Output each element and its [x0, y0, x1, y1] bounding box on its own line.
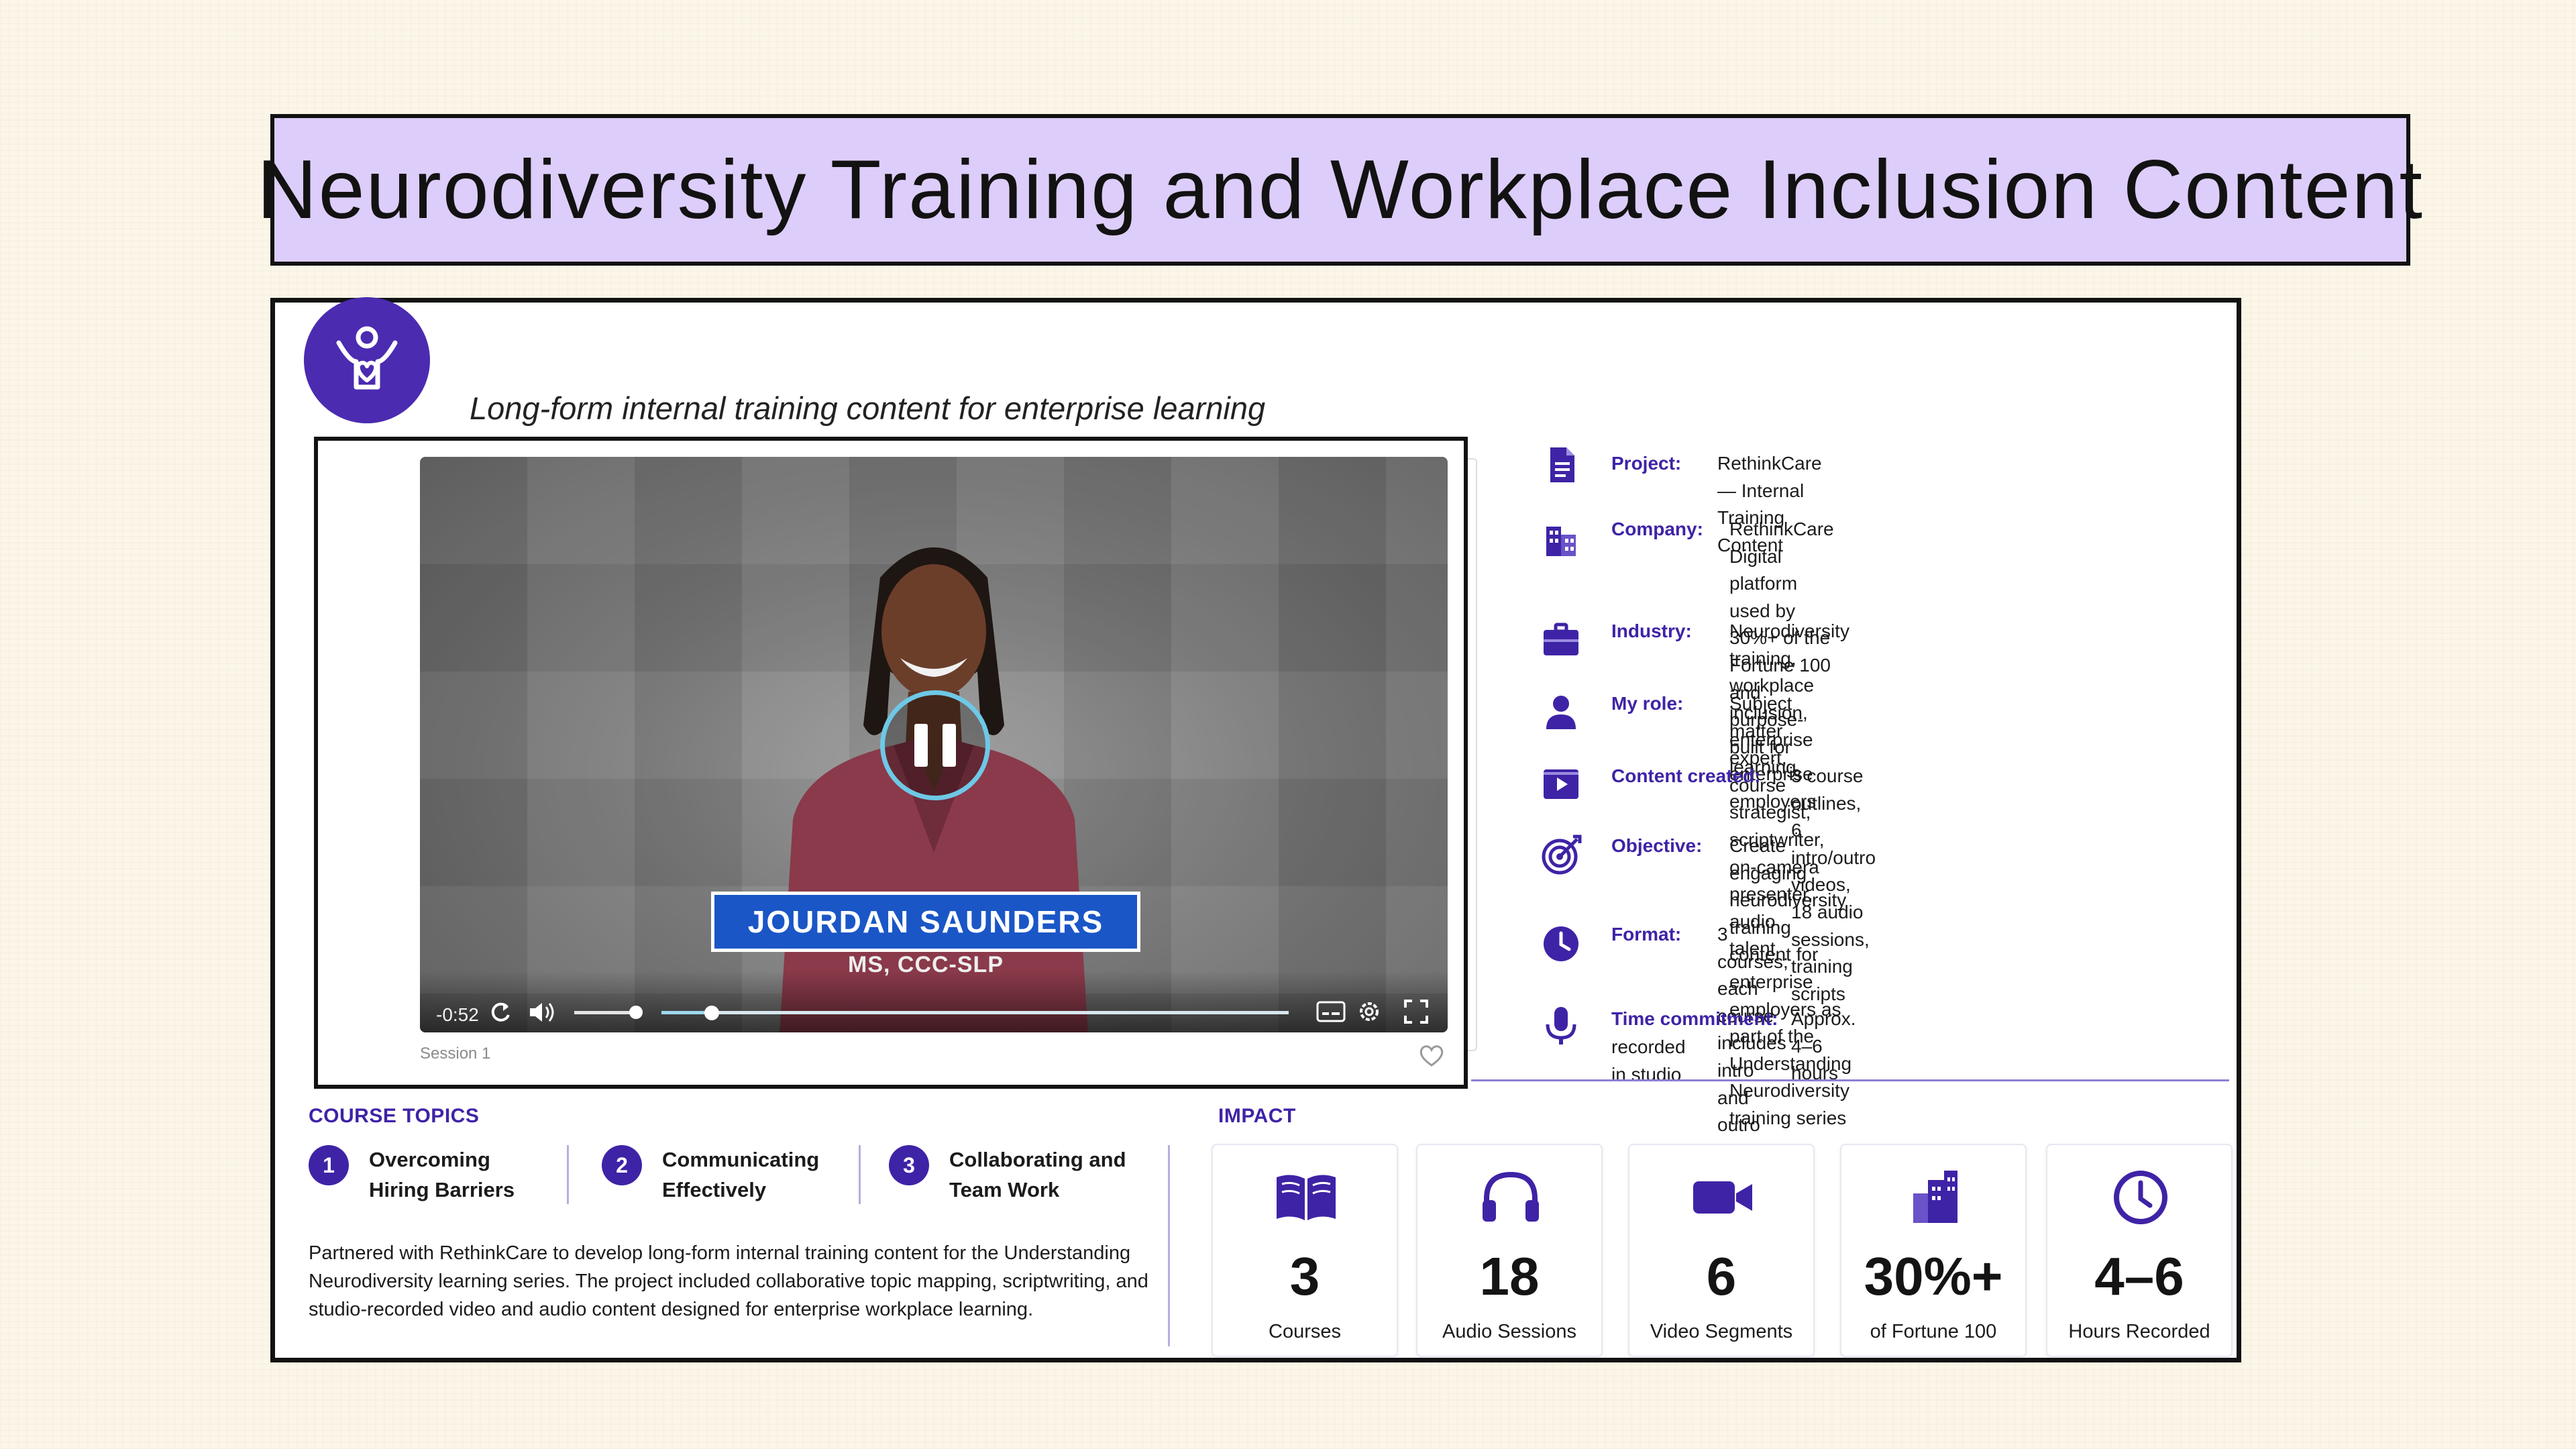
stat-label: Video Segments — [1650, 1321, 1793, 1342]
pause-button[interactable] — [880, 690, 990, 800]
volume-icon[interactable] — [527, 999, 558, 1026]
stat-value: 6 — [1706, 1246, 1737, 1306]
video-frame: JOURDAN SAUNDERS MS, CCC-SLP -0:52 Sessi… — [314, 437, 1468, 1089]
page-subtitle: Long-form internal training content for … — [470, 390, 1266, 426]
topic-item-3: 3 Collaborating and Team Work — [889, 1145, 1126, 1205]
topic-number: 3 — [889, 1145, 929, 1185]
impact-heading: IMPACT — [1218, 1105, 1296, 1127]
impact-divider — [1168, 1145, 1170, 1346]
video-controls: -0:52 — [420, 971, 1448, 1032]
project-summary: Partnered with RethinkCare to develop lo… — [309, 1242, 1148, 1321]
settings-icon[interactable] — [1355, 998, 1383, 1026]
fullscreen-icon[interactable] — [1403, 999, 1429, 1024]
course-topics-heading: COURSE TOPICS — [309, 1105, 480, 1127]
topic-item-2: 2 Communicating Effectively — [602, 1145, 819, 1205]
portfolio-card: Long-form internal training content for … — [270, 297, 2241, 1362]
stat-card-hours: 4–6 Hours Recorded — [2046, 1144, 2233, 1357]
time-remaining: -0:52 — [436, 1004, 479, 1025]
progress-bar[interactable] — [661, 1011, 1289, 1014]
target-icon — [1542, 835, 1582, 875]
clock-icon — [2114, 1171, 2167, 1224]
captions-icon[interactable] — [1316, 1000, 1346, 1023]
volume-knob[interactable] — [629, 1006, 643, 1019]
title-banner: Neurodiversity Training and Workplace In… — [257, 114, 2422, 266]
person-icon — [1546, 696, 1576, 729]
pause-bar-right — [943, 724, 956, 767]
replay-icon[interactable] — [487, 999, 514, 1026]
detail-label: Time commitment: — [1611, 1008, 1778, 1029]
person-heart-icon — [336, 326, 398, 390]
stat-card-fortune: 30%+ of Fortune 100 — [1840, 1144, 2027, 1357]
detail-label: Industry: — [1611, 621, 1692, 641]
video-player[interactable]: JOURDAN SAUNDERS MS, CCC-SLP -0:52 — [420, 457, 1448, 1032]
stat-card-audio: 18 Audio Sessions — [1416, 1144, 1603, 1357]
page-title: Neurodiversity Training and Workplace In… — [257, 144, 2424, 236]
detail-label: Company: — [1611, 519, 1703, 539]
clock-icon — [1544, 926, 1578, 961]
stat-label: of Fortune 100 — [1870, 1321, 1997, 1342]
stat-card-video: 6 Video Segments — [1628, 1144, 1815, 1357]
stat-card-courses: 3 Courses — [1212, 1144, 1398, 1357]
topic-text: Overcoming Hiring Barriers — [369, 1148, 515, 1201]
stat-label: Hours Recorded — [2068, 1321, 2210, 1342]
topic-text: Communicating Effectively — [662, 1148, 820, 1201]
topic-number: 2 — [602, 1145, 642, 1185]
building-icon — [1546, 527, 1576, 556]
presenter-name: JOURDAN SAUNDERS — [747, 904, 1104, 939]
heart-icon[interactable] — [1418, 1043, 1445, 1067]
stat-value: 18 — [1479, 1246, 1540, 1306]
stat-value: 4–6 — [2094, 1246, 2184, 1306]
detail-label: Content created: — [1611, 765, 1761, 786]
microphone-icon — [1546, 1007, 1576, 1044]
document-icon — [1550, 447, 1574, 482]
stat-label: Audio Sessions — [1442, 1321, 1576, 1342]
detail-label: My role: — [1611, 693, 1684, 714]
details-divider — [1471, 1079, 2229, 1081]
detail-label: Format: — [1611, 924, 1682, 945]
topic-item-1: 1 Overcoming Hiring Barriers — [309, 1145, 515, 1205]
video-frame-edge — [1468, 458, 1477, 1051]
stat-value: 3 — [1289, 1246, 1320, 1306]
topic-divider — [859, 1145, 861, 1204]
video-camera-icon — [1693, 1181, 1752, 1214]
pause-bar-left — [914, 724, 928, 767]
topic-number: 1 — [309, 1145, 349, 1185]
stat-label: Courses — [1269, 1321, 1341, 1342]
topic-divider — [567, 1145, 569, 1204]
book-icon — [1277, 1175, 1336, 1220]
detail-value: Approx. 4–6 hours — [1791, 1008, 1856, 1084]
briefcase-icon — [1544, 623, 1578, 655]
progress-knob[interactable] — [704, 1006, 719, 1020]
detail-label: Project: — [1611, 453, 1682, 474]
stat-value: 30%+ — [1864, 1246, 2003, 1306]
headphones-icon — [1483, 1171, 1539, 1222]
buildings-icon — [1913, 1171, 1957, 1223]
logo — [304, 297, 430, 423]
topic-text: Collaborating and Team Work — [949, 1148, 1126, 1201]
detail-label: Objective: — [1611, 835, 1703, 856]
video-slide-icon — [1544, 769, 1578, 799]
session-label: Session 1 — [420, 1044, 491, 1063]
presenter-name-plate: JOURDAN SAUNDERS — [711, 892, 1140, 952]
